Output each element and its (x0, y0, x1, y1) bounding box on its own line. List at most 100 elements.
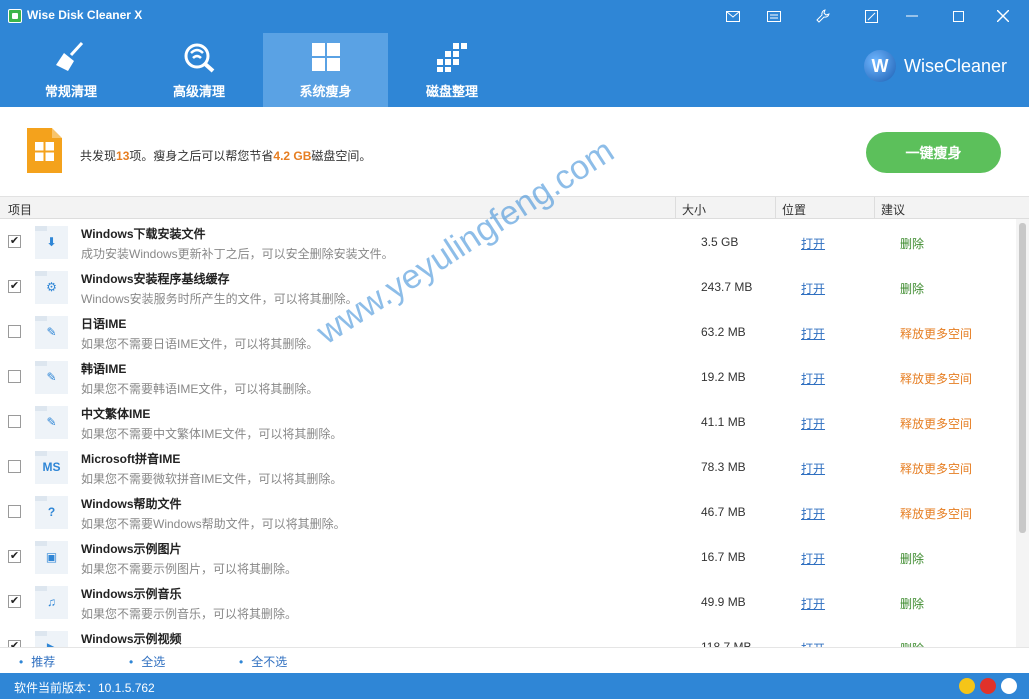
col-advice-header[interactable]: 建议 (881, 201, 905, 218)
table-row[interactable]: ✎ 日语IME 如果您不需要日语IME文件，可以将其删除。 63.2 MB 打开 释放更多… (0, 309, 1016, 354)
windows-file-icon (27, 128, 62, 173)
tab-label: 常规清理 (44, 84, 97, 99)
table-row[interactable]: ✔ ⚙ Windows安装程序基线缓存 Windows安装服务时所产生的文件，可以将其… (0, 264, 1016, 309)
row-description: 如果您不需要微软拼音IME文件，可以将其删除。 (81, 472, 343, 486)
brand: W WiseCleaner (863, 50, 1007, 82)
open-location-link[interactable]: 打开 (801, 370, 825, 387)
row-checkbox[interactable] (8, 325, 21, 338)
item-list: ✔ ⬇ Windows下载安装文件 成功安装Windows更新补丁之后，可以安全删除安… (0, 219, 1016, 647)
table-row[interactable]: ? Windows帮助文件 如果您不需要Windows帮助文件，可以将其删除。 46.… (0, 489, 1016, 534)
title-bar: Wise Disk Cleaner X (0, 0, 1029, 32)
file-glyph-icon: ▣ (45, 550, 58, 564)
row-title: Windows示例音乐 (81, 587, 182, 601)
row-advice: 释放更多空间 (900, 327, 973, 341)
windows-icon (311, 43, 340, 71)
file-glyph-icon: ✎ (46, 325, 57, 339)
row-description: 成功安装Windows更新补丁之后，可以安全删除安装文件。 (81, 247, 394, 261)
table-row[interactable]: ✔ ⬇ Windows下载安装文件 成功安装Windows更新补丁之后，可以安全删除安… (0, 219, 1016, 264)
open-location-link[interactable]: 打开 (801, 280, 825, 297)
row-advice: 删除 (900, 552, 925, 566)
row-checkbox[interactable] (8, 505, 21, 518)
row-title: Windows帮助文件 (81, 497, 182, 511)
status-bar: 软件当前版本：10.1.5.762 (0, 673, 1029, 699)
row-checkbox[interactable]: ✔ (8, 235, 21, 248)
row-checkbox[interactable] (8, 415, 21, 428)
tab-regular-clean[interactable]: 常规清理 (7, 33, 135, 107)
col-size-header[interactable]: 大小 (682, 201, 706, 218)
tab-defrag[interactable]: 磁盘整理 (388, 33, 516, 107)
main-nav: 常规清理 高级清理 系统瘦身 磁盘整理 (7, 33, 516, 107)
weibo-icon[interactable] (980, 678, 996, 694)
open-location-link[interactable]: 打开 (801, 640, 825, 647)
row-checkbox[interactable] (8, 460, 21, 473)
row-size: 41.1 MB (701, 415, 746, 429)
row-advice: 删除 (900, 237, 925, 251)
version-text: 软件当前版本：10.1.5.762 (14, 681, 155, 695)
row-checkbox[interactable]: ✔ (8, 595, 21, 608)
open-location-link[interactable]: 打开 (801, 415, 825, 432)
select-all-link[interactable]: 全选 (129, 653, 165, 670)
row-checkbox[interactable]: ✔ (8, 280, 21, 293)
col-item-header[interactable]: 项目 (8, 201, 32, 218)
file-glyph-icon: ▶ (46, 640, 57, 647)
select-none-link[interactable]: 全不选 (239, 653, 287, 670)
app-icon (8, 9, 22, 23)
row-description: 如果您不需要中文繁体IME文件，可以将其删除。 (81, 427, 343, 441)
minimize-icon[interactable] (898, 4, 926, 28)
skin-icon[interactable] (857, 4, 885, 28)
row-size: 16.7 MB (701, 550, 746, 564)
close-icon[interactable] (989, 4, 1017, 28)
row-title: Windows示例视频 (81, 632, 182, 646)
row-advice: 释放更多空间 (900, 372, 973, 386)
row-title: 韩语IME (81, 362, 127, 376)
star-icon[interactable] (959, 678, 975, 694)
tab-system-slim[interactable]: 系统瘦身 (263, 33, 388, 107)
row-title: Windows安装程序基线缓存 (81, 272, 230, 286)
file-glyph-icon: ⚙ (46, 280, 57, 294)
row-size: 3.5 GB (701, 235, 739, 249)
row-checkbox[interactable]: ✔ (8, 640, 21, 647)
col-location-header[interactable]: 位置 (782, 201, 806, 218)
table-row[interactable]: ✔ ▶ Windows示例视频 118.7 MB 打开 删除 (0, 624, 1016, 647)
scrollbar[interactable] (1016, 219, 1029, 647)
table-row[interactable]: MS Microsoft拼音IME 如果您不需要微软拼音IME文件，可以将其删除。 7… (0, 444, 1016, 489)
table-header: 项目 大小 位置 建议 (0, 197, 1029, 219)
row-size: 19.2 MB (701, 370, 746, 384)
open-location-link[interactable]: 打开 (801, 550, 825, 567)
row-advice: 删除 (900, 640, 924, 647)
row-advice: 释放更多空间 (900, 507, 973, 521)
table-row[interactable]: ✎ 中文繁体IME 如果您不需要中文繁体IME文件，可以将其删除。 41.1 MB 打开… (0, 399, 1016, 444)
wrench-icon[interactable] (809, 4, 837, 28)
mail-icon[interactable] (719, 4, 747, 28)
open-location-link[interactable]: 打开 (801, 235, 825, 252)
recommend-link[interactable]: 推荐 (19, 653, 55, 670)
row-size: 49.9 MB (701, 595, 746, 609)
file-type-icon: ⚙ (35, 271, 68, 304)
open-location-link[interactable]: 打开 (801, 505, 825, 522)
social-icon[interactable] (1001, 678, 1017, 694)
file-glyph-icon: ⬇ (46, 235, 57, 249)
open-location-link[interactable]: 打开 (801, 460, 825, 477)
maximize-icon[interactable] (944, 4, 972, 28)
one-click-slim-button[interactable]: 一键瘦身 (866, 132, 1001, 173)
table-row[interactable]: ✔ ▣ Windows示例图片 如果您不需要示例图片，可以将其删除。 16.7 MB 打开… (0, 534, 1016, 579)
file-type-icon: ✎ (35, 406, 68, 439)
row-title: 中文繁体IME (81, 407, 151, 421)
row-title: Microsoft拼音IME (81, 452, 181, 466)
file-glyph-icon: ✎ (46, 415, 57, 429)
row-description: 如果您不需要示例音乐，可以将其删除。 (81, 607, 298, 621)
open-location-link[interactable]: 打开 (801, 325, 825, 342)
tab-advanced-clean[interactable]: 高级清理 (135, 33, 263, 107)
open-location-link[interactable]: 打开 (801, 595, 825, 612)
menu-icon[interactable] (760, 4, 788, 28)
table-row[interactable]: ✔ ♫ Windows示例音乐 如果您不需要示例音乐，可以将其删除。 49.9 MB 打开… (0, 579, 1016, 624)
scrollbar-thumb[interactable] (1019, 223, 1026, 533)
row-checkbox[interactable] (8, 370, 21, 383)
row-checkbox[interactable]: ✔ (8, 550, 21, 563)
table-row[interactable]: ✎ 韩语IME 如果您不需要韩语IME文件，可以将其删除。 19.2 MB 打开 释放更多… (0, 354, 1016, 399)
row-description: Windows安装服务时所产生的文件，可以将其删除。 (81, 292, 358, 306)
file-type-icon: ✎ (35, 316, 68, 349)
row-title: Windows示例图片 (81, 542, 182, 556)
header: Wise Disk Cleaner X 常规清理 高级清理 系统瘦身 磁盘整理 … (0, 0, 1029, 107)
brand-name: WiseCleaner (903, 55, 1007, 76)
